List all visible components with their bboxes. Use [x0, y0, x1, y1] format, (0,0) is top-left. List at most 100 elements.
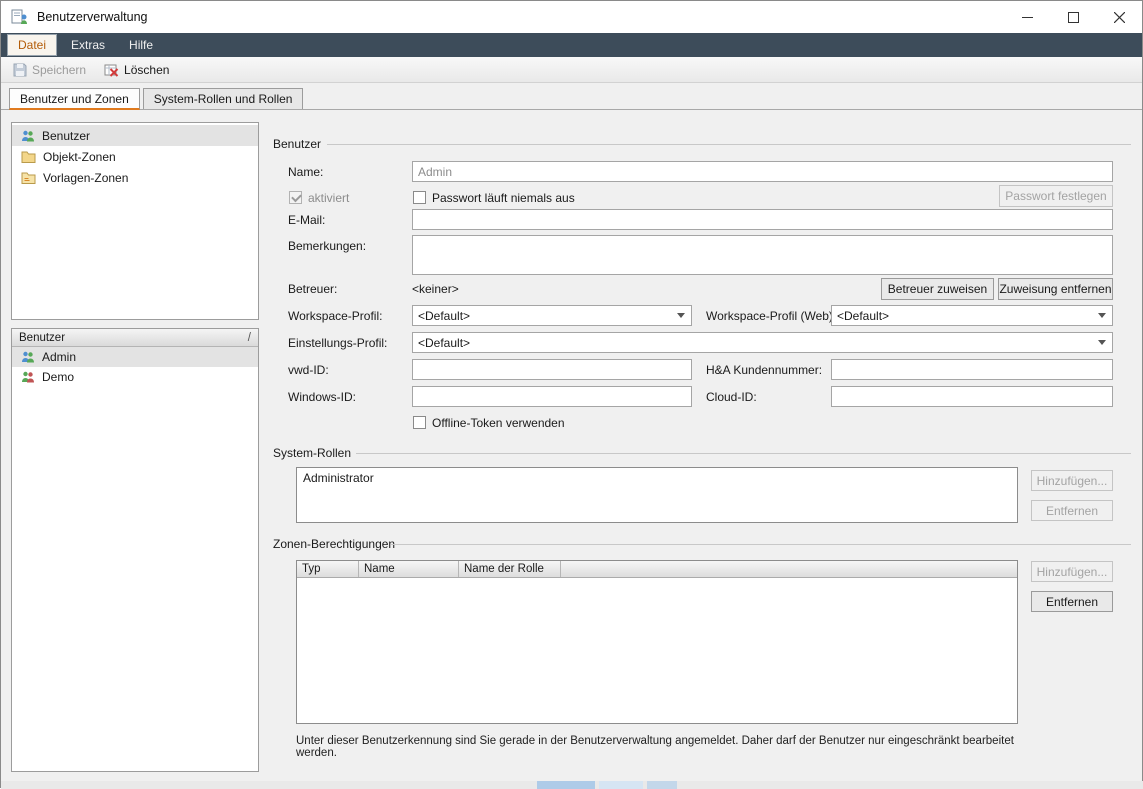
email-label: E-Mail:: [288, 209, 325, 230]
group-line: [356, 453, 1131, 454]
name-input[interactable]: [412, 161, 1113, 182]
workspace-profil-web-value: <Default>: [837, 309, 889, 323]
offline-token-label: Offline-Token verwenden: [432, 413, 565, 433]
sort-indicator-icon: /: [248, 332, 251, 344]
windows-id-input[interactable]: [412, 386, 692, 407]
passwort-festlegen-button[interactable]: Passwort festlegen: [999, 185, 1113, 207]
cloud-id-input[interactable]: [831, 386, 1113, 407]
chevron-down-icon: [1098, 340, 1106, 345]
tree-item-objekt-zonen[interactable]: Objekt-Zonen: [12, 146, 258, 167]
user-list: Benutzer / Admin: [11, 328, 259, 772]
close-button[interactable]: [1096, 1, 1142, 33]
bemerkungen-label: Bemerkungen:: [288, 235, 366, 256]
menu-hilfe[interactable]: Hilfe: [117, 33, 165, 57]
zonen-col-typ[interactable]: Typ: [297, 561, 359, 577]
app-window: Benutzerverwaltung Datei Extras Hilfe: [0, 0, 1143, 788]
system-rollen-listbox: Administrator: [296, 467, 1018, 523]
aktiviert-label: aktiviert: [308, 188, 349, 208]
group-title-benutzer: Benutzer: [273, 137, 321, 151]
zonen-table: Typ Name Name der Rolle: [296, 560, 1018, 724]
tree-item-label: Benutzer: [42, 129, 90, 143]
toolbar: Speichern Löschen: [1, 57, 1142, 83]
passwort-niemals-checkbox[interactable]: [413, 191, 426, 204]
maximize-icon: [1068, 12, 1079, 23]
einstellungs-profil-value: <Default>: [418, 336, 470, 350]
workspace-profil-web-select[interactable]: <Default>: [831, 305, 1113, 326]
user-list-header[interactable]: Benutzer /: [12, 329, 258, 347]
zonen-col-name[interactable]: Name: [359, 561, 459, 577]
user-demo-icon: [21, 370, 35, 384]
maximize-button[interactable]: [1050, 1, 1096, 33]
ha-kundennummer-input[interactable]: [831, 359, 1113, 380]
minimize-icon: [1022, 12, 1033, 23]
template-folder-icon: [21, 171, 36, 184]
user-list-item-admin[interactable]: Admin: [12, 347, 258, 367]
offline-token-checkbox[interactable]: [413, 416, 426, 429]
menu-bar: Datei Extras Hilfe: [1, 33, 1142, 57]
ha-kundennummer-label: H&A Kundennummer:: [706, 359, 822, 380]
system-rollen-hinzufuegen-button[interactable]: Hinzufügen...: [1031, 470, 1113, 491]
chevron-down-icon: [1098, 313, 1106, 318]
zonen-col-rolle[interactable]: Name der Rolle: [459, 561, 561, 577]
workspace-profil-select[interactable]: <Default>: [412, 305, 692, 326]
tree-item-label: Objekt-Zonen: [43, 150, 116, 164]
user-list-item-demo[interactable]: Demo: [12, 367, 258, 387]
system-rollen-item[interactable]: Administrator: [298, 469, 1016, 487]
save-label: Speichern: [32, 63, 86, 77]
cloud-id-label: Cloud-ID:: [706, 386, 757, 407]
app-icon: [11, 9, 29, 25]
betreuer-value: <keiner>: [412, 278, 459, 300]
save-icon: [13, 63, 27, 77]
user-list-item-label: Demo: [42, 370, 74, 384]
tab-system-rollen-und-rollen[interactable]: System-Rollen und Rollen: [143, 88, 304, 110]
vwd-id-label: vwd-ID:: [288, 359, 329, 380]
delete-label: Löschen: [124, 63, 169, 77]
user-list-item-label: Admin: [42, 350, 76, 364]
menu-extras[interactable]: Extras: [59, 33, 117, 57]
group-line: [327, 144, 1131, 145]
save-button[interactable]: Speichern: [9, 59, 90, 81]
tree-item-label: Vorlagen-Zonen: [43, 171, 128, 185]
zonen-table-header: Typ Name Name der Rolle: [297, 561, 1017, 578]
windows-id-label: Windows-ID:: [288, 386, 356, 407]
email-input[interactable]: [412, 209, 1113, 230]
vwd-id-input[interactable]: [412, 359, 692, 380]
footer-note: Unter dieser Benutzerkennung sind Sie ge…: [296, 735, 1036, 759]
einstellungs-profil-select[interactable]: <Default>: [412, 332, 1113, 353]
title-bar[interactable]: Benutzerverwaltung: [1, 1, 1142, 33]
group-title-system-rollen: System-Rollen: [273, 446, 351, 460]
passwort-niemals-label: Passwort läuft niemals aus: [432, 188, 575, 208]
einstellungs-profil-label: Einstellungs-Profil:: [288, 332, 387, 353]
group-title-zonen-berechtigungen: Zonen-Berechtigungen: [273, 537, 395, 551]
zones-tree: Benutzer Objekt-Zonen Vorlagen-Zonen: [11, 122, 259, 320]
main-content: Benutzer Objekt-Zonen Vorlagen-Zonen: [1, 109, 1142, 781]
delete-button[interactable]: Löschen: [100, 59, 173, 81]
workspace-profil-value: <Default>: [418, 309, 470, 323]
zuweisung-entfernen-button[interactable]: Zuweisung entfernen: [998, 278, 1113, 300]
users-icon: [21, 129, 35, 143]
menu-datei[interactable]: Datei: [7, 34, 57, 56]
bemerkungen-textarea[interactable]: [412, 235, 1113, 275]
user-list-header-label: Benutzer: [19, 332, 65, 344]
tree-item-benutzer[interactable]: Benutzer: [12, 125, 258, 146]
window-title: Benutzerverwaltung: [37, 10, 147, 24]
folder-icon: [21, 150, 36, 163]
system-rollen-entfernen-button[interactable]: Entfernen: [1031, 500, 1113, 521]
minimize-button[interactable]: [1004, 1, 1050, 33]
tree-item-vorlagen-zonen[interactable]: Vorlagen-Zonen: [12, 167, 258, 188]
zonen-hinzufuegen-button[interactable]: Hinzufügen...: [1031, 561, 1113, 582]
close-icon: [1114, 12, 1125, 23]
name-label: Name:: [288, 161, 323, 182]
tab-bar: Benutzer und Zonen System-Rollen und Rol…: [1, 83, 1142, 109]
chevron-down-icon: [677, 313, 685, 318]
workspace-profil-label: Workspace-Profil:: [288, 305, 382, 326]
betreuer-zuweisen-button[interactable]: Betreuer zuweisen: [881, 278, 994, 300]
workspace-profil-web-label: Workspace-Profil (Web):: [706, 305, 836, 326]
user-admin-icon: [21, 350, 35, 364]
tab-benutzer-und-zonen[interactable]: Benutzer und Zonen: [9, 88, 140, 110]
zonen-entfernen-button[interactable]: Entfernen: [1031, 591, 1113, 612]
delete-icon: [104, 63, 119, 77]
aktiviert-checkbox[interactable]: [289, 191, 302, 204]
group-line: [391, 544, 1131, 545]
betreuer-label: Betreuer:: [288, 278, 337, 300]
